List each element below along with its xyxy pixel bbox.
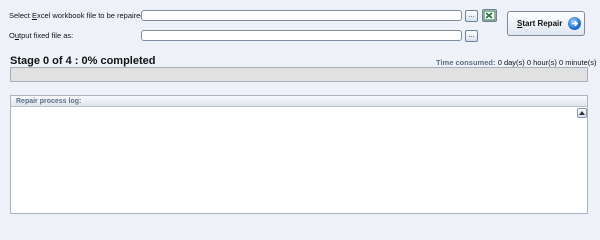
stage-progress-text: Stage 0 of 4 : 0% completed bbox=[10, 55, 156, 67]
start-repair-label: Start Repair bbox=[517, 19, 563, 28]
repair-log-title: Repair process log: bbox=[16, 98, 82, 105]
output-file-input[interactable] bbox=[141, 30, 462, 41]
scroll-up-arrow-icon bbox=[579, 111, 585, 115]
start-repair-button[interactable]: Start Repair bbox=[507, 11, 585, 36]
source-file-input[interactable] bbox=[141, 10, 462, 21]
output-browse-button[interactable]: ... bbox=[465, 30, 478, 42]
source-file-label: Select Excel workbook file to be repaire… bbox=[9, 11, 147, 20]
source-browse-button[interactable]: ... bbox=[465, 10, 478, 22]
arrow-right-circle-icon bbox=[568, 17, 581, 30]
repair-log-panel: Repair process log: bbox=[10, 95, 588, 214]
log-scroll-up-button[interactable] bbox=[577, 108, 587, 118]
time-consumed-label: Time consumed: bbox=[436, 58, 496, 67]
progress-bar bbox=[10, 67, 588, 82]
repair-log-content[interactable] bbox=[13, 109, 575, 209]
time-consumed-value: 0 day(s) 0 hour(s) 0 minute(s) bbox=[497, 58, 597, 67]
output-file-label: Output fixed file as: bbox=[9, 31, 74, 40]
open-excel-button[interactable] bbox=[482, 9, 497, 22]
excel-icon bbox=[483, 10, 496, 21]
time-consumed: Time consumed: 0 day(s) 0 hour(s) 0 minu… bbox=[436, 58, 597, 67]
repair-log-header: Repair process log: bbox=[11, 96, 587, 107]
